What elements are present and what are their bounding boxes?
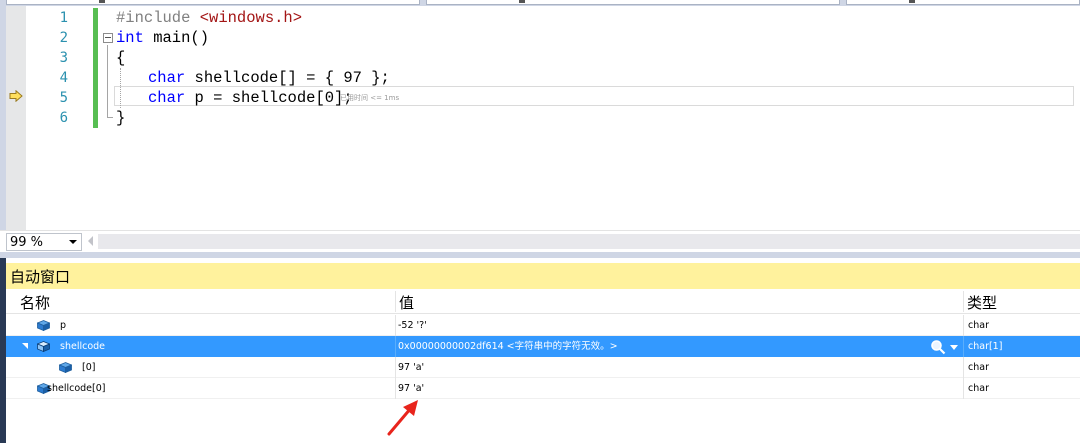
column-divider[interactable] (395, 291, 396, 312)
row-value[interactable]: 97 'a' (398, 357, 424, 378)
column-divider (395, 315, 396, 336)
line-number: 2 (59, 30, 68, 46)
project-dropdown[interactable] (6, 0, 420, 5)
expand-collapse-icon[interactable] (22, 343, 28, 349)
include-file: <windows.h> (199, 9, 303, 27)
execution-pointer-icon (9, 90, 23, 102)
line-numbers: 1 2 3 4 5 6 (26, 6, 72, 230)
editor-status-row: 99 % (0, 230, 1080, 252)
column-divider (395, 378, 396, 399)
annotation-arrow-icon (387, 400, 418, 436)
line-number: 6 (59, 110, 68, 126)
scroll-left-icon[interactable] (88, 236, 93, 246)
code-line-1: #include <windows.h> (116, 8, 302, 28)
chevron-down-icon (69, 240, 77, 244)
code-text: main() (143, 29, 210, 47)
visualizer-magnifier-icon[interactable] (930, 339, 946, 355)
column-divider (963, 357, 964, 378)
line-number: 3 (59, 50, 68, 66)
indent-guide (120, 68, 121, 108)
table-row[interactable]: [0] 97 'a' char (6, 357, 1080, 378)
row-type: char (968, 383, 989, 394)
collapse-main-icon[interactable] (103, 33, 113, 43)
fold-guide (107, 45, 108, 117)
row-name: [0] (82, 362, 96, 373)
change-tracking-bar (93, 8, 98, 128)
keyword: char (148, 69, 186, 87)
code-line-6: } (116, 109, 126, 127)
column-header-type[interactable]: 类型 (967, 292, 997, 313)
column-divider (395, 336, 396, 357)
column-header-name[interactable]: 名称 (20, 292, 50, 313)
column-divider (963, 378, 964, 399)
code-editor[interactable]: 1 2 3 4 5 6 #include <windows.h> int mai… (0, 0, 1080, 258)
autos-grid: 名称 值 类型 p -52 '?' char shellcode 0x00000… (6, 289, 1080, 443)
horizontal-scrollbar[interactable] (98, 234, 1080, 249)
code-line-3: { (116, 49, 126, 67)
variable-icon (37, 341, 50, 352)
row-name: p (60, 320, 67, 331)
code-text: shellcode[] = { 97 }; (185, 69, 390, 87)
scope-dropdown[interactable] (426, 0, 840, 5)
code-text-area[interactable]: #include <windows.h> int main() { char s… (100, 6, 1080, 230)
visualizer-dropdown-icon[interactable] (950, 345, 958, 350)
line-number: 5 (59, 90, 68, 106)
variable-icon (37, 320, 50, 331)
autos-window: 自动窗口 名称 值 类型 p -52 '?' char shellcode 0x… (0, 258, 1080, 443)
column-divider (963, 315, 964, 336)
code-text: p = shellcode[0]; (185, 89, 353, 107)
row-value[interactable]: 97 'a' (398, 378, 424, 399)
row-value[interactable]: -52 '?' (398, 315, 427, 336)
row-type: char (968, 362, 989, 373)
variable-icon (59, 362, 72, 373)
code-line-2: int main() (116, 28, 209, 48)
code-line-5: char p = shellcode[0]; (148, 88, 353, 108)
row-name: shellcode[0] (47, 383, 106, 394)
line-number: 1 (59, 10, 68, 26)
row-type: char (968, 320, 989, 331)
perf-tip[interactable]: 已用时间 <= 1ms (340, 93, 399, 103)
keyword: char (148, 89, 186, 107)
column-divider (395, 357, 396, 378)
zoom-dropdown[interactable]: 99 % (6, 233, 82, 251)
table-row[interactable]: p -52 '?' char (6, 315, 1080, 336)
column-divider (963, 336, 964, 357)
row-type: char[1] (968, 341, 1003, 352)
member-dropdown[interactable] (846, 0, 1080, 5)
column-header-value[interactable]: 值 (399, 292, 414, 313)
table-row[interactable]: shellcode[0] 97 'a' char (6, 378, 1080, 399)
autos-title: 自动窗口 (10, 268, 71, 286)
column-divider[interactable] (963, 291, 964, 312)
row-value[interactable]: 0x00000000002df614 <字符串中的字符无效。> (398, 336, 618, 357)
line-number: 4 (59, 70, 68, 86)
code-line-4: char shellcode[] = { 97 }; (148, 68, 390, 88)
include-directive: #include (116, 9, 200, 27)
table-row-selected[interactable]: shellcode 0x00000000002df614 <字符串中的字符无效。… (6, 336, 1080, 357)
zoom-value: 99 % (10, 235, 44, 250)
row-name: shellcode (60, 341, 106, 352)
autos-title-bar[interactable]: 自动窗口 (6, 263, 1080, 289)
fold-guide-end (107, 117, 113, 118)
keyword: int (116, 29, 144, 47)
glyph-margin[interactable] (6, 6, 26, 230)
column-header-row: 名称 值 类型 (6, 289, 1080, 314)
